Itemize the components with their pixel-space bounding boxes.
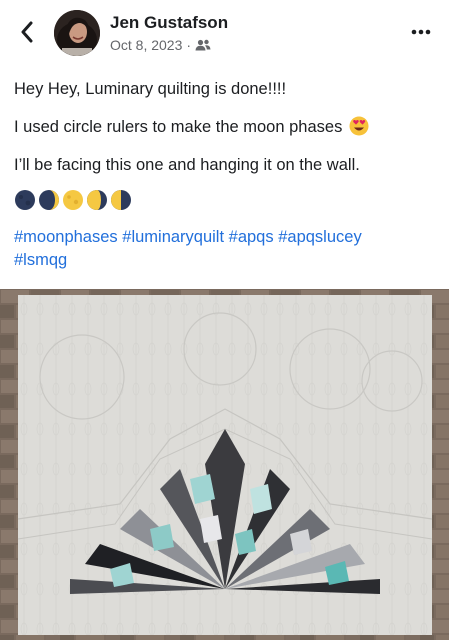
post-date[interactable]: Oct 8, 2023 [110, 37, 182, 53]
hashtag-link[interactable]: #apqs [229, 228, 274, 246]
more-options-button[interactable] [409, 22, 433, 42]
hashtag-link[interactable]: #luminaryquilt [122, 228, 224, 246]
last-quarter-icon [111, 190, 131, 210]
avatar[interactable] [54, 10, 100, 56]
new-moon-icon [15, 190, 35, 210]
hashtag-link[interactable]: #apqslucey [278, 228, 361, 246]
author-name[interactable]: Jen Gustafson [110, 13, 228, 33]
back-button[interactable] [14, 18, 40, 46]
quilt-photo-image [0, 289, 449, 640]
friends-icon [195, 39, 211, 51]
post-header: Jen Gustafson Oct 8, 2023 · [0, 0, 449, 64]
post-meta: Oct 8, 2023 · [110, 37, 211, 53]
waxing-crescent-icon [39, 190, 59, 210]
hashtag-list: #moonphases #luminaryquilt #apqs #apqslu… [14, 226, 439, 272]
hashtag-link[interactable]: #lsmqg [14, 251, 67, 269]
moon-emoji-row [14, 188, 439, 212]
post-photo[interactable] [0, 289, 449, 640]
post-line: I used circle rulers to make the moon ph… [14, 116, 439, 138]
post-line: I’ll be facing this one and hanging it o… [14, 156, 360, 174]
chevron-left-icon [21, 21, 33, 43]
hashtag-link[interactable]: #moonphases [14, 228, 118, 246]
post-body: Hey Hey, Luminary quilting is done!!!! I… [14, 78, 439, 272]
waning-gibbous-icon [87, 190, 107, 210]
post-line: Hey Hey, Luminary quilting is done!!!! [14, 80, 287, 98]
heart-eyes-emoji-icon [349, 116, 369, 136]
more-dots-icon [411, 29, 431, 35]
full-moon-icon [63, 190, 83, 210]
meta-separator: · [186, 37, 192, 53]
